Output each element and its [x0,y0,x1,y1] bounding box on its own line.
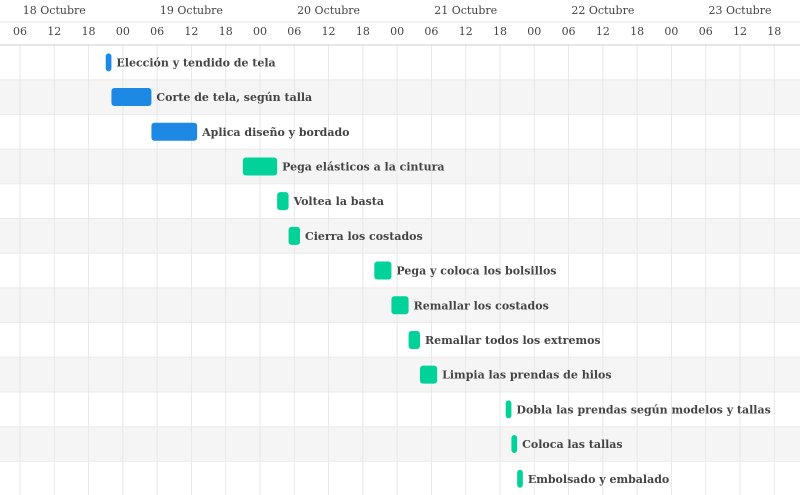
task-bar[interactable] [277,192,289,211]
task-bar[interactable] [111,88,152,107]
hour-tick-label: 00 [664,25,678,38]
hour-tick-label: 00 [253,25,267,38]
day-label: 21 Octubre [434,4,497,17]
task-bar[interactable] [242,157,278,176]
hour-tick-label: 06 [13,25,27,38]
row-background [0,322,800,358]
task-label: Cierra los costados [305,230,423,243]
task-bar[interactable] [420,365,438,384]
task-label: Pega elásticos a la cintura [282,160,444,173]
hour-tick-label: 18 [356,25,370,38]
task-bar[interactable] [505,400,512,419]
hour-tick-label: 12 [596,25,610,38]
hour-tick-label: 18 [630,25,644,38]
day-label: 18 Octubre [23,4,86,17]
hour-tick-label: 12 [47,25,61,38]
task-label: Elección y tendido de tela [116,56,275,69]
gantt-chart: 18 Octubre 19 Octubre 20 Octubre 21 Octubre… [0,4,800,495]
row-background [0,114,800,150]
day-label: 19 Octubre [160,4,223,17]
hour-tick-label: 06 [424,25,438,38]
day-label: 23 Octubre [709,4,772,17]
task-bar[interactable] [151,122,198,141]
task-label: Corte de tela, según talla [156,91,312,104]
hour-tick-label: 12 [459,25,473,38]
task-bar[interactable] [408,330,420,349]
hour-tick-label: 12 [322,25,336,38]
task-label: Remallar todos los extremos [425,334,601,347]
hour-tick-label: 00 [390,25,404,38]
task-label: Remallar los costados [414,299,549,312]
day-label: 20 Octubre [297,4,360,17]
day-label: 22 Octubre [571,4,634,17]
task-label: Aplica diseño y bordado [201,126,349,139]
task-label: Limpia las prendas de hilos [442,369,611,382]
hour-tick-label: 18 [82,25,96,38]
task-label: Coloca las tallas [522,438,622,451]
task-bar[interactable] [374,261,392,280]
hour-tick-label: 18 [493,25,507,38]
hour-tick-label: 00 [116,25,130,38]
task-label: Pega y coloca los bolsillos [396,265,556,278]
hour-tick-label: 12 [184,25,198,38]
hour-tick-label: 18 [767,25,781,38]
task-label: Voltea la basta [293,195,384,208]
row-background [0,183,800,219]
task-bar[interactable] [517,469,523,488]
hour-tick-label: 06 [287,25,301,38]
task-label: Dobla las prendas según modelos y tallas [516,403,770,416]
task-bar[interactable] [105,53,112,72]
task-bar[interactable] [511,435,518,454]
task-bar[interactable] [288,226,300,245]
row-background [0,461,800,495]
time-axis: 18 Octubre 19 Octubre 20 Octubre 21 Octubre… [0,4,800,46]
hour-tick-label: 06 [699,25,713,38]
row-background [0,357,800,392]
task-bar[interactable] [391,296,409,315]
hour-tick-label: 12 [733,25,747,38]
hour-tick-label: 00 [527,25,541,38]
hour-tick-label: 06 [150,25,164,38]
task-label: Embolsado y embalado [528,473,669,486]
hour-tick-label: 06 [562,25,576,38]
hour-tick-label: 18 [219,25,233,38]
row-background [0,426,800,462]
